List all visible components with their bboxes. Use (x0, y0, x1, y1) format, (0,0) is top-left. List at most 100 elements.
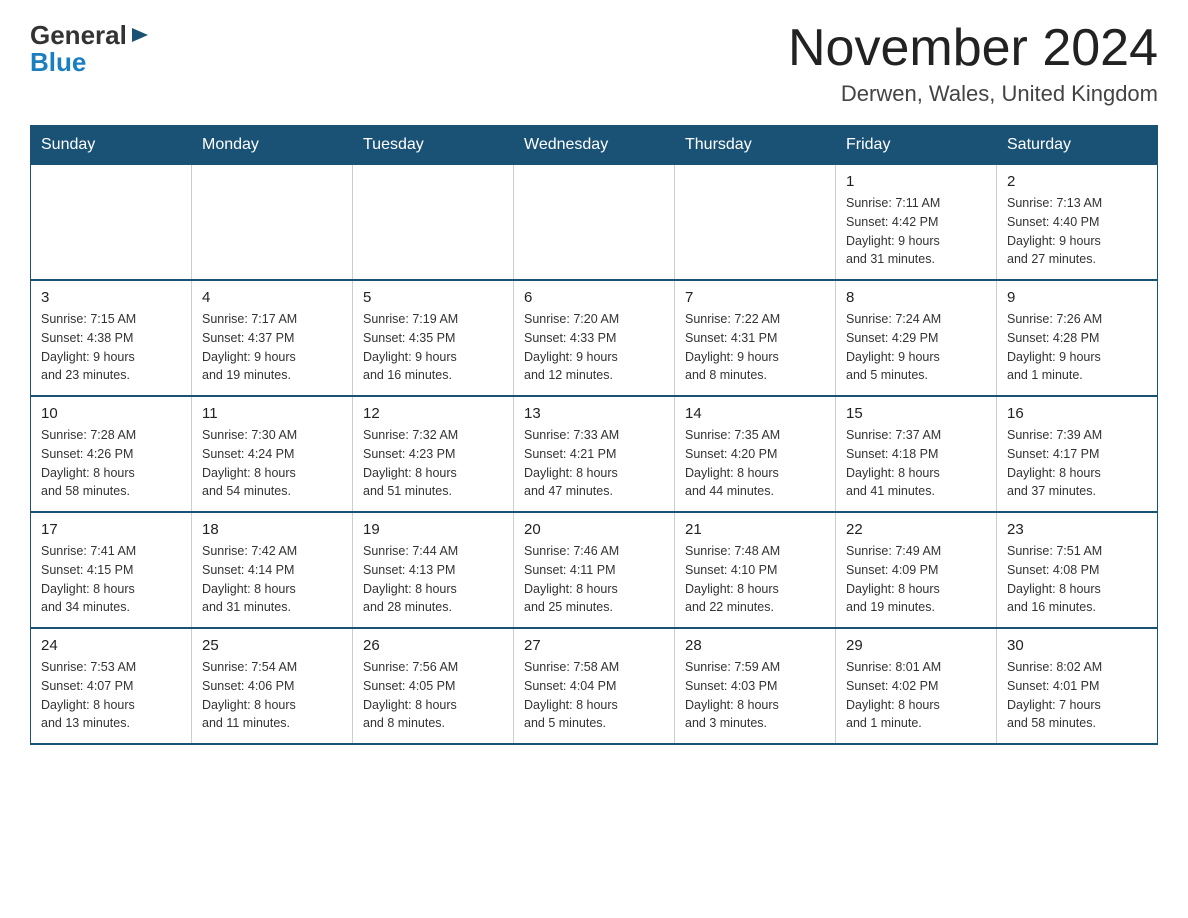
day-number: 29 (846, 637, 986, 654)
day-info: Sunrise: 8:02 AMSunset: 4:01 PMDaylight:… (1007, 658, 1147, 733)
day-info: Sunrise: 7:28 AMSunset: 4:26 PMDaylight:… (41, 426, 181, 501)
day-number: 15 (846, 405, 986, 422)
day-info: Sunrise: 7:56 AMSunset: 4:05 PMDaylight:… (363, 658, 503, 733)
day-info: Sunrise: 7:13 AMSunset: 4:40 PMDaylight:… (1007, 194, 1147, 269)
calendar-cell: 30 Sunrise: 8:02 AMSunset: 4:01 PMDayligh… (997, 628, 1158, 744)
day-number: 1 (846, 173, 986, 190)
calendar-week-row: 10 Sunrise: 7:28 AMSunset: 4:26 PMDayligh… (31, 396, 1158, 512)
day-number: 6 (524, 289, 664, 306)
day-info: Sunrise: 7:15 AMSunset: 4:38 PMDaylight:… (41, 310, 181, 385)
calendar-cell: 21 Sunrise: 7:48 AMSunset: 4:10 PMDayligh… (675, 512, 836, 628)
day-info: Sunrise: 7:32 AMSunset: 4:23 PMDaylight:… (363, 426, 503, 501)
title-area: November 2024 Derwen, Wales, United King… (788, 20, 1158, 107)
weekday-header-friday: Friday (836, 126, 997, 165)
calendar-cell: 10 Sunrise: 7:28 AMSunset: 4:26 PMDayligh… (31, 396, 192, 512)
day-number: 18 (202, 521, 342, 538)
weekday-header-thursday: Thursday (675, 126, 836, 165)
calendar-cell: 4Sunrise: 7:17 AMSunset: 4:37 PMDaylight… (192, 280, 353, 396)
calendar-cell: 24Sunrise: 7:53 AMSunset: 4:07 PMDayligh… (31, 628, 192, 744)
weekday-header-row: SundayMondayTuesdayWednesdayThursdayFrid… (31, 126, 1158, 165)
calendar-cell: 1 Sunrise: 7:11 AMSunset: 4:42 PMDaylight… (836, 165, 997, 281)
weekday-header-saturday: Saturday (997, 126, 1158, 165)
calendar-cell: 11 Sunrise: 7:30 AMSunset: 4:24 PMDayligh… (192, 396, 353, 512)
weekday-header-tuesday: Tuesday (353, 126, 514, 165)
day-info: Sunrise: 7:46 AMSunset: 4:11 PMDaylight:… (524, 542, 664, 617)
calendar-cell: 17 Sunrise: 7:41 AMSunset: 4:15 PMDayligh… (31, 512, 192, 628)
day-info: Sunrise: 7:42 AMSunset: 4:14 PMDaylight:… (202, 542, 342, 617)
calendar-cell: 16Sunrise: 7:39 AMSunset: 4:17 PMDayligh… (997, 396, 1158, 512)
day-number: 7 (685, 289, 825, 306)
day-info: Sunrise: 7:24 AMSunset: 4:29 PMDaylight:… (846, 310, 986, 385)
calendar-cell: 12 Sunrise: 7:32 AMSunset: 4:23 PMDayligh… (353, 396, 514, 512)
calendar-cell (31, 165, 192, 281)
day-number: 30 (1007, 637, 1147, 654)
calendar-week-row: 1 Sunrise: 7:11 AMSunset: 4:42 PMDaylight… (31, 165, 1158, 281)
calendar-table: SundayMondayTuesdayWednesdayThursdayFrid… (30, 125, 1158, 745)
calendar-cell: 3 Sunrise: 7:15 AMSunset: 4:38 PMDaylight… (31, 280, 192, 396)
day-number: 14 (685, 405, 825, 422)
calendar-cell: 28Sunrise: 7:59 AMSunset: 4:03 PMDayligh… (675, 628, 836, 744)
day-number: 23 (1007, 521, 1147, 538)
day-number: 9 (1007, 289, 1147, 306)
day-number: 24 (41, 637, 181, 654)
day-info: Sunrise: 7:41 AMSunset: 4:15 PMDaylight:… (41, 542, 181, 617)
day-number: 17 (41, 521, 181, 538)
day-number: 8 (846, 289, 986, 306)
calendar-cell (514, 165, 675, 281)
weekday-header-sunday: Sunday (31, 126, 192, 165)
day-info: Sunrise: 7:30 AMSunset: 4:24 PMDaylight:… (202, 426, 342, 501)
calendar-cell: 5Sunrise: 7:19 AMSunset: 4:35 PMDaylight… (353, 280, 514, 396)
calendar-week-row: 24Sunrise: 7:53 AMSunset: 4:07 PMDayligh… (31, 628, 1158, 744)
calendar-cell: 2 Sunrise: 7:13 AMSunset: 4:40 PMDaylight… (997, 165, 1158, 281)
calendar-cell: 8 Sunrise: 7:24 AMSunset: 4:29 PMDaylight… (836, 280, 997, 396)
day-number: 13 (524, 405, 664, 422)
day-number: 12 (363, 405, 503, 422)
location-title: Derwen, Wales, United Kingdom (788, 81, 1158, 107)
calendar-cell: 7 Sunrise: 7:22 AMSunset: 4:31 PMDaylight… (675, 280, 836, 396)
month-title: November 2024 (788, 20, 1158, 77)
day-info: Sunrise: 7:33 AMSunset: 4:21 PMDaylight:… (524, 426, 664, 501)
day-number: 22 (846, 521, 986, 538)
day-number: 26 (363, 637, 503, 654)
logo-arrow-icon (130, 24, 152, 46)
calendar-cell (675, 165, 836, 281)
day-info: Sunrise: 7:44 AMSunset: 4:13 PMDaylight:… (363, 542, 503, 617)
day-number: 3 (41, 289, 181, 306)
calendar-cell: 14 Sunrise: 7:35 AMSunset: 4:20 PMDayligh… (675, 396, 836, 512)
day-info: Sunrise: 7:22 AMSunset: 4:31 PMDaylight:… (685, 310, 825, 385)
calendar-cell: 26 Sunrise: 7:56 AMSunset: 4:05 PMDayligh… (353, 628, 514, 744)
day-info: Sunrise: 7:37 AMSunset: 4:18 PMDaylight:… (846, 426, 986, 501)
day-number: 4 (202, 289, 342, 306)
calendar-cell: 19Sunrise: 7:44 AMSunset: 4:13 PMDayligh… (353, 512, 514, 628)
calendar-cell: 29 Sunrise: 8:01 AMSunset: 4:02 PMDayligh… (836, 628, 997, 744)
weekday-header-wednesday: Wednesday (514, 126, 675, 165)
day-info: Sunrise: 7:48 AMSunset: 4:10 PMDaylight:… (685, 542, 825, 617)
day-number: 21 (685, 521, 825, 538)
day-info: Sunrise: 7:11 AMSunset: 4:42 PMDaylight:… (846, 194, 986, 269)
day-number: 25 (202, 637, 342, 654)
calendar-cell: 27Sunrise: 7:58 AMSunset: 4:04 PMDayligh… (514, 628, 675, 744)
day-info: Sunrise: 7:26 AMSunset: 4:28 PMDaylight:… (1007, 310, 1147, 385)
day-number: 11 (202, 405, 342, 422)
calendar-cell: 22 Sunrise: 7:49 AMSunset: 4:09 PMDayligh… (836, 512, 997, 628)
calendar-week-row: 17 Sunrise: 7:41 AMSunset: 4:15 PMDayligh… (31, 512, 1158, 628)
calendar-cell: 6 Sunrise: 7:20 AMSunset: 4:33 PMDaylight… (514, 280, 675, 396)
day-number: 28 (685, 637, 825, 654)
logo-blue-text: Blue (30, 47, 86, 78)
header: General Blue November 2024 Derwen, Wales… (30, 20, 1158, 107)
day-number: 2 (1007, 173, 1147, 190)
day-info: Sunrise: 8:01 AMSunset: 4:02 PMDaylight:… (846, 658, 986, 733)
day-number: 10 (41, 405, 181, 422)
calendar-cell: 23 Sunrise: 7:51 AMSunset: 4:08 PMDayligh… (997, 512, 1158, 628)
weekday-header-monday: Monday (192, 126, 353, 165)
day-info: Sunrise: 7:20 AMSunset: 4:33 PMDaylight:… (524, 310, 664, 385)
day-info: Sunrise: 7:35 AMSunset: 4:20 PMDaylight:… (685, 426, 825, 501)
day-info: Sunrise: 7:54 AMSunset: 4:06 PMDaylight:… (202, 658, 342, 733)
day-number: 16 (1007, 405, 1147, 422)
day-info: Sunrise: 7:49 AMSunset: 4:09 PMDaylight:… (846, 542, 986, 617)
calendar-cell (353, 165, 514, 281)
calendar-cell: 25 Sunrise: 7:54 AMSunset: 4:06 PMDayligh… (192, 628, 353, 744)
day-number: 5 (363, 289, 503, 306)
calendar-cell: 20Sunrise: 7:46 AMSunset: 4:11 PMDayligh… (514, 512, 675, 628)
day-info: Sunrise: 7:51 AMSunset: 4:08 PMDaylight:… (1007, 542, 1147, 617)
